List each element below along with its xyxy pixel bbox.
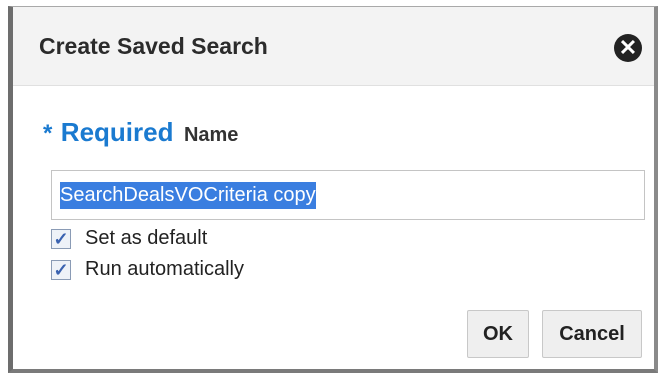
set-as-default-label: Set as default bbox=[85, 227, 208, 249]
dialog-titlebar: Create Saved Search ✕ bbox=[13, 7, 654, 86]
run-automatically-row[interactable]: ✓ Run automatically bbox=[51, 258, 244, 281]
name-input-value: SearchDealsVOCriteria copy bbox=[60, 181, 316, 209]
name-label: Name bbox=[183, 124, 239, 146]
required-label: Required bbox=[60, 117, 174, 147]
required-star: * bbox=[43, 120, 53, 147]
run-automatically-checkbox[interactable]: ✓ bbox=[51, 259, 71, 280]
cancel-button[interactable]: Cancel bbox=[542, 310, 642, 358]
dialog-title: Create Saved Search bbox=[39, 33, 268, 59]
set-as-default-checkbox[interactable]: ✓ bbox=[51, 228, 71, 249]
close-icon[interactable]: ✕ bbox=[614, 34, 642, 62]
run-automatically-label: Run automatically bbox=[85, 258, 244, 280]
name-input[interactable]: SearchDealsVOCriteria copy bbox=[51, 170, 645, 220]
required-row: * Required Name bbox=[43, 117, 238, 148]
set-as-default-row[interactable]: ✓ Set as default bbox=[51, 227, 207, 250]
ok-button[interactable]: OK bbox=[467, 310, 529, 358]
create-saved-search-dialog: Create Saved Search ✕ * Required Name Se… bbox=[8, 6, 658, 373]
